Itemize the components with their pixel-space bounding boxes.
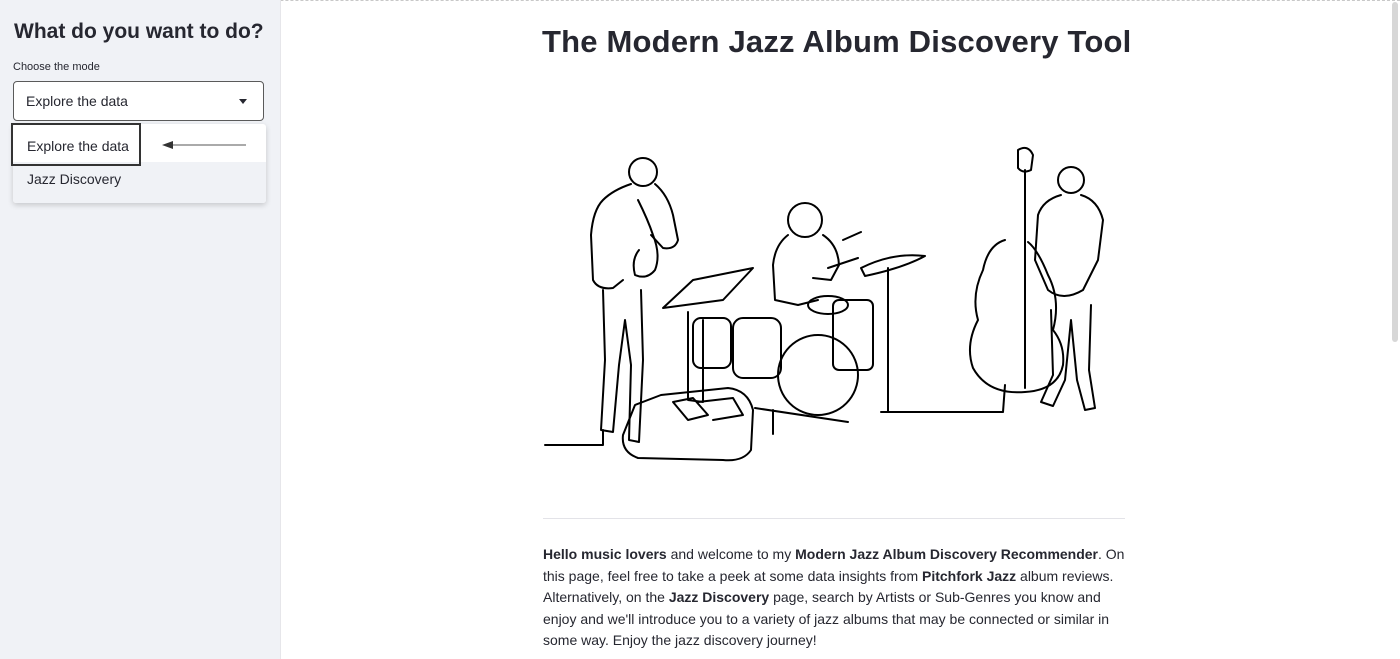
annotation-arrow-icon [162, 141, 246, 149]
page-title: The Modern Jazz Album Discovery Tool [542, 24, 1132, 59]
chevron-down-icon[interactable] [239, 99, 247, 104]
intro-text: and welcome to my [666, 546, 796, 562]
intro-bold-greeting: Hello music lovers [543, 546, 667, 562]
section-divider [543, 518, 1125, 519]
main-content: The Modern Jazz Album Discovery Tool Hel… [281, 0, 1400, 659]
mode-select[interactable]: Explore the data [13, 81, 264, 121]
intro-bold-pitchfork: Pitchfork Jazz [922, 567, 1017, 584]
mode-label: Choose the mode [13, 61, 100, 73]
intro-bold-recommender: Modern Jazz Album Discovery Recommender [795, 546, 1099, 562]
option-label: Explore the data [27, 138, 129, 154]
mode-select-value: Explore the data [26, 93, 128, 109]
option-jazz-discovery[interactable]: Jazz Discovery [13, 162, 266, 203]
sidebar: What do you want to do? Choose the mode … [0, 0, 281, 659]
option-label: Jazz Discovery [27, 171, 122, 187]
jazz-trio-illustration-icon [544, 146, 1104, 462]
intro-bold-jazz-discovery: Jazz Discovery [668, 589, 770, 605]
mode-dropdown-menu: Explore the data Jazz Discovery [13, 124, 266, 203]
sidebar-title: What do you want to do? [14, 20, 264, 43]
page-scrollbar[interactable] [1392, 2, 1398, 342]
intro-paragraph: Hello music lovers and welcome to my Mod… [543, 544, 1128, 652]
